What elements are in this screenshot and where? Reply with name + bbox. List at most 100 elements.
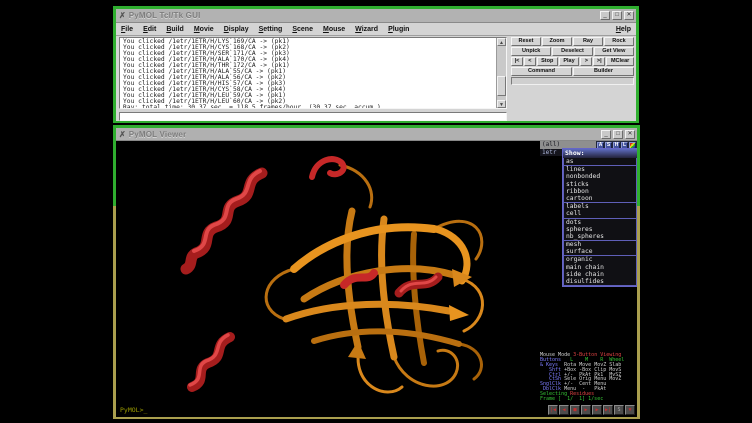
- gui-titlebar[interactable]: ✗ PyMOL Tcl/Tk GUI _□✕: [116, 9, 636, 23]
- button-[interactable]: >: [580, 57, 592, 66]
- gui-window-title: PyMOL Tcl/Tk GUI: [129, 11, 600, 20]
- button-[interactable]: >|: [593, 57, 605, 66]
- vcr-start-button[interactable]: |◀: [548, 405, 558, 415]
- border-accent: [113, 128, 116, 206]
- viewer-window-title: PyMOL Viewer: [129, 130, 601, 139]
- close-button[interactable]: ✕: [625, 130, 635, 139]
- button-builder[interactable]: Builder: [573, 67, 634, 76]
- menu-build[interactable]: Build: [166, 26, 184, 33]
- desktop: ✗ PyMOL Tcl/Tk GUI _□✕ FileEditBuildMovi…: [0, 0, 752, 423]
- menu-wizard[interactable]: Wizard: [355, 26, 378, 33]
- button-play[interactable]: Play: [559, 57, 580, 66]
- show-menu-item-ribbon[interactable]: ribbon: [564, 188, 636, 195]
- show-menu-group-1: as: [563, 158, 637, 166]
- button-zoom[interactable]: Zoom: [542, 37, 572, 46]
- show-menu-group-5: meshsurface: [563, 241, 637, 256]
- show-menu-group-4: dotsspheresnb_spheres: [563, 219, 637, 242]
- viewer-window-controls: _□✕: [601, 130, 635, 139]
- show-menu-item-nb-spheres[interactable]: nb_spheres: [564, 233, 636, 240]
- vcr-menu-button[interactable]: ▼: [625, 405, 635, 415]
- button-row-1: ResetZoomRayRock: [511, 37, 635, 47]
- show-menu-item-spheres[interactable]: spheres: [564, 226, 636, 233]
- show-menu-item-dots[interactable]: dots: [564, 219, 636, 226]
- show-menu-item-cartoon[interactable]: cartoon: [564, 195, 636, 202]
- button-mclear[interactable]: MClear: [606, 57, 634, 66]
- menu-display[interactable]: Display: [224, 26, 249, 33]
- menu-plugin[interactable]: Plugin: [388, 26, 409, 33]
- button-stop[interactable]: Stop: [537, 57, 558, 66]
- x11-logo-icon: ✗: [119, 11, 126, 20]
- movie-vcr-controls: |◀◀■▶▶▶|S▼: [548, 405, 635, 415]
- show-menu-item-surface[interactable]: surface: [564, 248, 636, 255]
- mouse-panel-segment: Frame [ 1/ 1] 1/sec: [540, 396, 603, 402]
- button-command[interactable]: Command: [511, 67, 572, 76]
- show-menu-group-3: labelscell: [563, 203, 637, 218]
- viewer-titlebar[interactable]: ✗ PyMOL Viewer _□✕: [116, 128, 637, 141]
- console-line: Ray: total time: 30.37 sec. = 118.5 fram…: [123, 105, 496, 108]
- mouse-mode-panel: Mouse Mode 3-Button ViewingButtons L M R…: [540, 353, 635, 402]
- control-button-panel: ResetZoomRayRockUnpickDeselectGet View|<…: [511, 37, 635, 85]
- console-scrollbar[interactable]: ▲ ▼: [496, 38, 506, 108]
- vcr-back-button[interactable]: ◀: [559, 405, 569, 415]
- maximize-button[interactable]: □: [612, 11, 622, 20]
- show-menu-item-side-chain[interactable]: side chain: [564, 271, 636, 278]
- menu-setting[interactable]: Setting: [259, 26, 283, 33]
- protein-cartoon: [144, 149, 504, 415]
- menu-scene[interactable]: Scene: [292, 26, 313, 33]
- button-[interactable]: |<: [511, 57, 523, 66]
- gui-content: You clicked /1etr/1ETR/H/LYS`169/CA -> (…: [116, 36, 636, 121]
- button-unpick[interactable]: Unpick: [511, 47, 551, 56]
- console-output[interactable]: You clicked /1etr/1ETR/H/LYS`169/CA -> (…: [120, 38, 496, 108]
- button-ray[interactable]: Ray: [573, 37, 603, 46]
- show-menu-item-organic[interactable]: organic: [564, 256, 636, 263]
- show-menu-item-disulfides[interactable]: disulfides: [564, 278, 636, 285]
- viewer-window: ✗ PyMOL Viewer _□✕: [113, 125, 640, 419]
- show-menu-title: Show:: [563, 149, 637, 158]
- button-row-3: |<<StopPlay>>|MClear: [511, 57, 635, 67]
- gui-window-controls: _□✕: [600, 11, 634, 20]
- border-accent: [637, 128, 640, 206]
- command-entry[interactable]: [119, 112, 507, 121]
- show-menu-item-labels[interactable]: labels: [564, 203, 636, 210]
- menu-file[interactable]: File: [121, 26, 133, 33]
- 3d-viewport[interactable]: (all) ASHLC 1etr Show: aslinesnonbondeds…: [116, 141, 637, 417]
- gui-window: ✗ PyMOL Tcl/Tk GUI _□✕ File Edit Build Movi…: [113, 6, 639, 123]
- button-row-4: CommandBuilder: [511, 67, 635, 77]
- panel-entry[interactable]: [511, 77, 634, 85]
- button-get-view[interactable]: Get View: [594, 47, 634, 56]
- mouse-panel-line: Frame [ 1/ 1] 1/sec: [540, 397, 635, 402]
- console-frame: You clicked /1etr/1ETR/H/LYS`169/CA -> (…: [119, 37, 507, 109]
- button-[interactable]: <: [524, 57, 536, 66]
- pymol-prompt[interactable]: PyMOL>_: [120, 406, 147, 414]
- close-button[interactable]: ✕: [624, 11, 634, 20]
- scroll-down-icon[interactable]: ▼: [497, 100, 506, 108]
- border-accent: [113, 125, 640, 128]
- menu-help[interactable]: Help: [616, 26, 631, 33]
- menu-movie[interactable]: Movie: [194, 26, 214, 33]
- vcr-stop-button[interactable]: ■: [570, 405, 580, 415]
- show-menu-item-main-chain[interactable]: main chain: [564, 264, 636, 271]
- button-rock[interactable]: Rock: [604, 37, 634, 46]
- vcr-end-button[interactable]: ▶|: [603, 405, 613, 415]
- button-deselect[interactable]: Deselect: [552, 47, 592, 56]
- show-menu-item-sticks[interactable]: sticks: [564, 181, 636, 188]
- show-menu-item-as[interactable]: as: [564, 158, 636, 165]
- menu-mouse[interactable]: Mouse: [323, 26, 345, 33]
- show-menu-item-nonbonded[interactable]: nonbonded: [564, 173, 636, 180]
- show-menu-item-lines[interactable]: lines: [564, 166, 636, 173]
- show-menu-item-mesh[interactable]: mesh: [564, 241, 636, 248]
- vcr-s-button[interactable]: S: [614, 405, 624, 415]
- vcr-play-button[interactable]: ▶: [581, 405, 591, 415]
- minimize-button[interactable]: _: [600, 11, 610, 20]
- scrollbar-thumb[interactable]: [497, 76, 506, 96]
- maximize-button[interactable]: □: [613, 130, 623, 139]
- minimize-button[interactable]: _: [601, 130, 611, 139]
- menu-edit[interactable]: Edit: [143, 26, 156, 33]
- button-reset[interactable]: Reset: [511, 37, 541, 46]
- show-menu-groups: aslinesnonbondedsticksribboncartoonlabel…: [563, 158, 637, 286]
- show-menu-item-cell[interactable]: cell: [564, 210, 636, 217]
- show-menu-group-2: linesnonbondedsticksribboncartoon: [563, 166, 637, 203]
- scroll-up-icon[interactable]: ▲: [497, 38, 506, 46]
- vcr-forward-button[interactable]: ▶: [592, 405, 602, 415]
- x11-logo-icon: ✗: [119, 130, 126, 139]
